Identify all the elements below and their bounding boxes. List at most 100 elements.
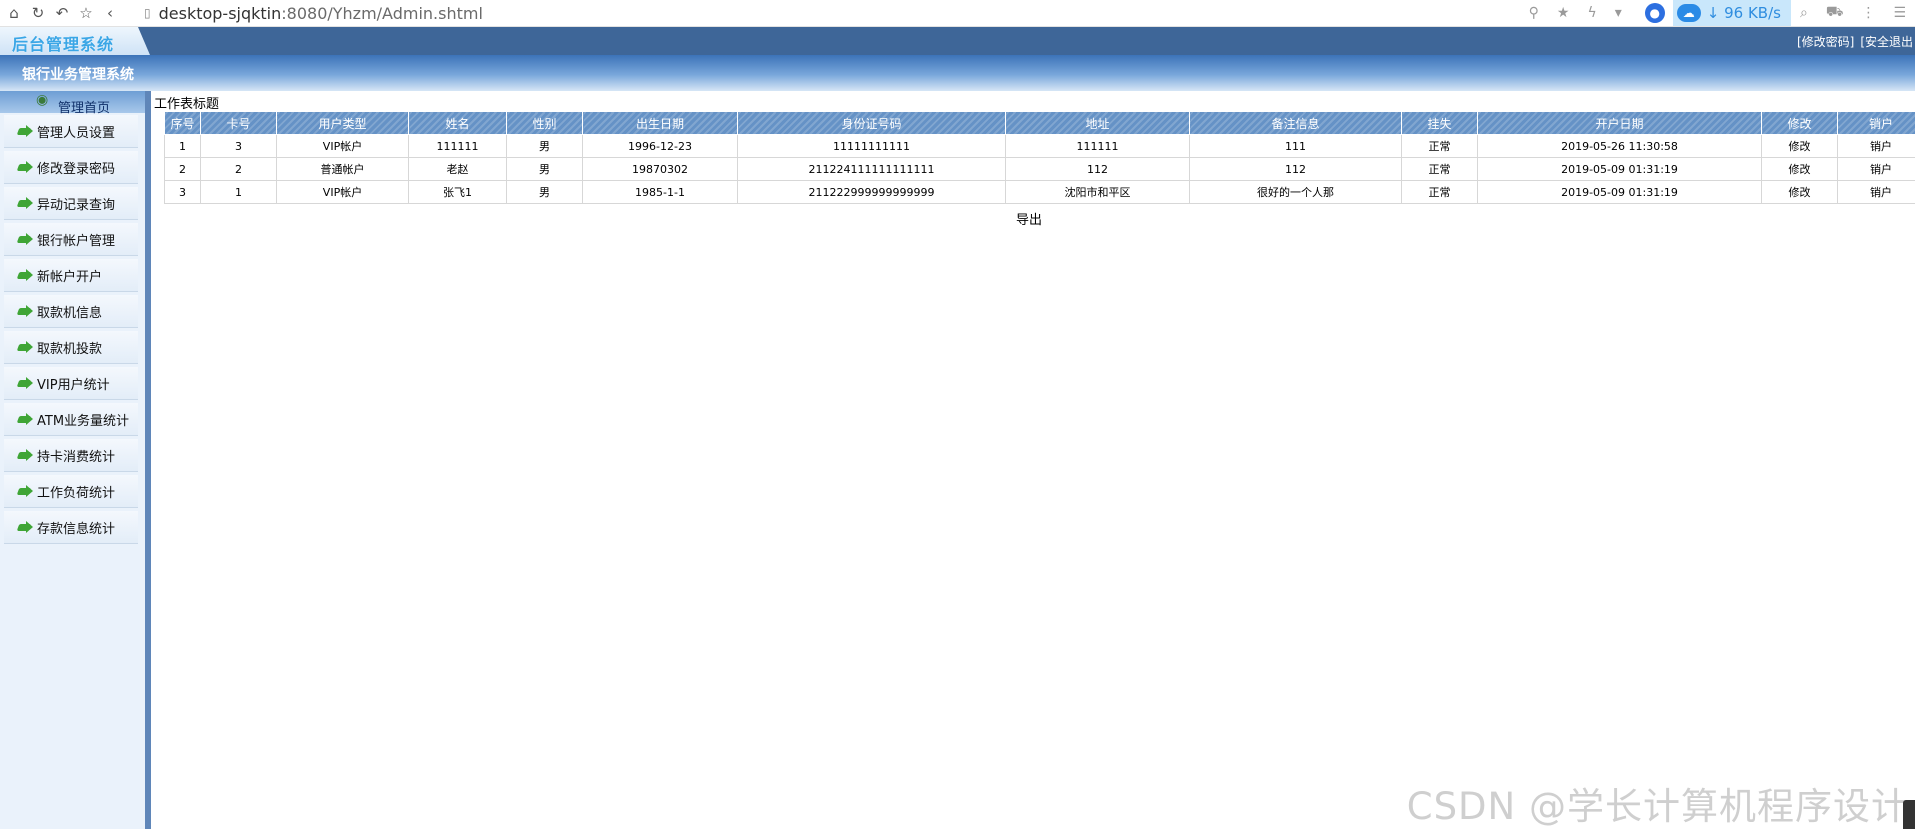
download-speed-widget[interactable]: ☁ ↓ 96 KB/s [1673, 0, 1791, 26]
col-header: 序号 [165, 112, 201, 135]
cell-loss-status: 正常 [1402, 135, 1478, 158]
cell-open-date: 2019-05-09 01:31:19 [1478, 158, 1762, 181]
back-icon[interactable]: ‹ [100, 3, 120, 23]
change-password-link[interactable]: [修改密码] [1797, 35, 1854, 49]
sidebar-home[interactable]: ◉ 管理首页 [0, 91, 145, 113]
sidebar-item-label: ATM业务量统计 [37, 410, 129, 429]
sidebar-item-label: 工作负荷统计 [37, 482, 115, 501]
edit-link[interactable]: 修改 [1762, 158, 1838, 181]
close-account-link[interactable]: 销户 [1838, 158, 1915, 181]
search-icon[interactable]: ⌕ [1800, 5, 1808, 21]
sidebar-item-accounts[interactable]: 银行帐户管理 [4, 223, 138, 256]
sidebar-item-label: 修改登录密码 [37, 158, 115, 177]
cell-id-number: 11111111111 [738, 135, 1006, 158]
page-icon: ▯ [144, 6, 151, 20]
col-header: 性别 [507, 112, 583, 135]
table-row: 3 1 VIP帐户 张飞1 男 1985-1-1 211222999999999… [165, 181, 1915, 204]
header-links: [修改密码] [安全退出 [1791, 33, 1913, 50]
col-header: 出生日期 [583, 112, 738, 135]
sidebar-item-atm-deposit[interactable]: 取款机投款 [4, 331, 138, 364]
sidebar-item-open-account[interactable]: 新帐户开户 [4, 259, 138, 292]
cell-index: 3 [165, 181, 201, 204]
system-banner: 银行业务管理系统 [0, 55, 1915, 91]
arrow-icon [18, 305, 34, 317]
sidebar-item-card-stats[interactable]: 持卡消费统计 [4, 439, 138, 472]
cell-birth-date: 19870302 [583, 158, 738, 181]
table-row: 1 3 VIP帐户 111111 男 1996-12-23 1111111111… [165, 135, 1915, 158]
paw-icon[interactable]: ● [1645, 3, 1665, 23]
flash-icon[interactable]: ϟ [1587, 5, 1596, 21]
cell-name: 张飞1 [409, 181, 507, 204]
cell-remark: 很好的一个人那 [1190, 181, 1402, 204]
pin-icon[interactable]: ⚲ [1529, 5, 1539, 21]
col-header: 开户日期 [1478, 112, 1762, 135]
system-name: 银行业务管理系统 [22, 64, 134, 84]
cell-birth-date: 1996-12-23 [583, 135, 738, 158]
cell-user-type: 普通帐户 [277, 158, 409, 181]
sidebar-home-label: 管理首页 [58, 97, 110, 116]
cell-card-no: 3 [201, 135, 277, 158]
sidebar-item-vip-stats[interactable]: VIP用户统计 [4, 367, 138, 400]
sidebar-item-workload-stats[interactable]: 工作负荷统计 [4, 475, 138, 508]
cell-id-number: 211222999999999999 [738, 181, 1006, 204]
arrow-icon [18, 161, 34, 173]
cell-gender: 男 [507, 158, 583, 181]
sidebar-item-label: 取款机信息 [37, 302, 102, 321]
cell-gender: 男 [507, 135, 583, 158]
bookmark-star-icon[interactable]: ★ [1557, 5, 1570, 21]
worksheet-title: 工作表标题 [154, 93, 219, 112]
col-header: 地址 [1006, 112, 1190, 135]
sidebar-item-staff[interactable]: 管理人员设置 [4, 115, 138, 148]
export-link[interactable]: 导出 [1016, 209, 1042, 228]
table-header-row: 序号 卡号 用户类型 姓名 性别 出生日期 身份证号码 地址 备注信息 挂失 开… [165, 112, 1915, 135]
sidebar-item-atm-stats[interactable]: ATM业务量统计 [4, 403, 138, 436]
sidebar-item-label: 新帐户开户 [37, 266, 102, 285]
cell-card-no: 1 [201, 181, 277, 204]
edit-link[interactable]: 修改 [1762, 181, 1838, 204]
close-account-link[interactable]: 销户 [1838, 135, 1915, 158]
refresh-icon[interactable]: ↻ [28, 3, 48, 23]
cell-user-type: VIP帐户 [277, 135, 409, 158]
logo-tab: 后台管理系统 [0, 27, 150, 55]
cell-gender: 男 [507, 181, 583, 204]
col-header: 用户类型 [277, 112, 409, 135]
sidebar-item-deposit-stats[interactable]: 存款信息统计 [4, 511, 138, 544]
speed-value: 96 KB/s [1724, 4, 1781, 22]
cell-user-type: VIP帐户 [277, 181, 409, 204]
cell-address: 112 [1006, 158, 1190, 181]
cell-address: 111111 [1006, 135, 1190, 158]
url-host: desktop-sjqktin [159, 4, 282, 23]
sidebar-item-password[interactable]: 修改登录密码 [4, 151, 138, 184]
cart-icon[interactable]: ⛟ [1826, 4, 1844, 22]
sidebar-item-label: 持卡消费统计 [37, 446, 115, 465]
app-header: 后台管理系统 [修改密码] [安全退出 [0, 27, 1915, 55]
arrow-icon [18, 197, 34, 209]
menu-icon[interactable]: ☰ [1893, 5, 1906, 21]
sidebar-menu: 管理人员设置 修改登录密码 异动记录查询 银行帐户管理 新帐户开户 取款机信息 … [4, 115, 138, 547]
cell-open-date: 2019-05-09 01:31:19 [1478, 181, 1762, 204]
undo-icon[interactable]: ↶ [52, 3, 72, 23]
sidebar-item-label: 管理人员设置 [37, 122, 115, 141]
cell-loss-status: 正常 [1402, 181, 1478, 204]
close-account-link[interactable]: 销户 [1838, 181, 1915, 204]
sidebar-divider [145, 91, 151, 829]
more-icon[interactable]: ⋮ [1861, 5, 1875, 21]
col-header: 姓名 [409, 112, 507, 135]
logout-link[interactable]: [安全退出 [1860, 35, 1913, 49]
home-icon[interactable]: ⌂ [4, 3, 24, 23]
edit-link[interactable]: 修改 [1762, 135, 1838, 158]
scrollbar-corner[interactable] [1903, 800, 1915, 829]
arrow-icon [18, 125, 34, 137]
star-icon[interactable]: ☆ [76, 3, 96, 23]
arrow-icon [18, 413, 34, 425]
col-header: 修改 [1762, 112, 1838, 135]
browser-toolbar: ⌂ ↻ ↶ ☆ ‹ ▯ desktop-sjqktin:8080/Yhzm/Ad… [0, 0, 1915, 27]
dropdown-icon[interactable]: ▾ [1615, 5, 1622, 21]
sidebar-item-atm-info[interactable]: 取款机信息 [4, 295, 138, 328]
address-bar[interactable]: ▯ desktop-sjqktin:8080/Yhzm/Admin.shtml [144, 4, 483, 23]
arrow-icon [18, 449, 34, 461]
sidebar-item-changes[interactable]: 异动记录查询 [4, 187, 138, 220]
cell-card-no: 2 [201, 158, 277, 181]
cell-remark: 112 [1190, 158, 1402, 181]
table-row: 2 2 普通帐户 老赵 男 19870302 21122411111111111… [165, 158, 1915, 181]
